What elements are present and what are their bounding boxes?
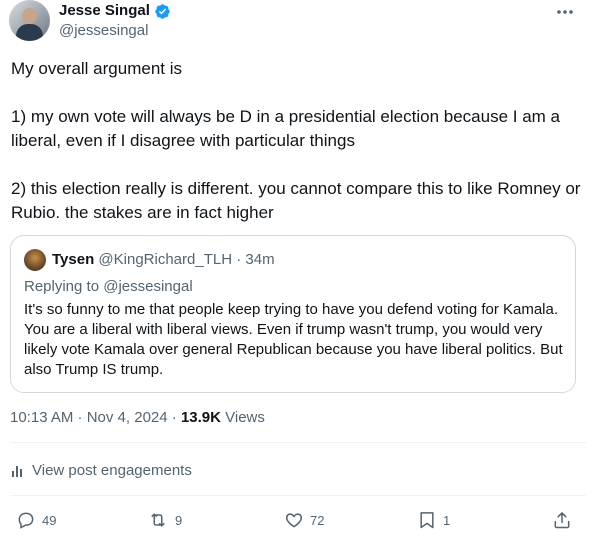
quoted-display-name: Tysen [52, 251, 95, 268]
quoted-tweet[interactable]: Tysen @KingRichard_TLH · 34m Replying to… [10, 235, 576, 393]
bookmark-icon [417, 510, 437, 530]
replying-to: Replying to @jessesingal [24, 277, 193, 297]
bookmark-button[interactable]: 1 [417, 510, 450, 530]
verified-badge-icon[interactable] [154, 3, 171, 20]
replying-to-label: Replying to [24, 278, 104, 295]
view-engagements-label: View post engagements [32, 462, 192, 479]
avatar-head [22, 8, 37, 24]
quoted-handle: @KingRichard_TLH [98, 251, 233, 268]
analytics-icon [10, 463, 26, 479]
view-engagements-link[interactable]: View post engagements [10, 461, 192, 481]
repost-count: 9 [175, 512, 183, 528]
divider [10, 442, 586, 443]
share-button[interactable] [552, 510, 572, 530]
tweet-text: My overall argument is 1) my own vote wi… [11, 59, 581, 222]
author-name-row: Jesse Singal [59, 1, 171, 21]
quoted-avatar [24, 249, 46, 271]
views-label: Views [220, 409, 265, 426]
reply-count: 49 [42, 512, 57, 528]
avatar[interactable] [9, 0, 50, 41]
heart-icon [284, 510, 304, 530]
action-bar: 49 9 72 1 [0, 510, 597, 534]
divider [10, 495, 586, 496]
author-handle[interactable]: @jessesingal [59, 21, 148, 41]
timestamp-row: 10:13 AM · Nov 4, 2024 · 13.9K Views [10, 408, 265, 428]
quoted-text: It's so funny to me that people keep try… [24, 301, 563, 378]
bookmark-count: 1 [443, 512, 451, 528]
more-options-icon[interactable] [555, 4, 575, 20]
quoted-time: · 34m [236, 251, 275, 268]
share-icon [552, 510, 572, 530]
like-count: 72 [310, 512, 325, 528]
like-button[interactable]: 72 [284, 510, 324, 530]
timestamp[interactable]: 10:13 AM · Nov 4, 2024 · [10, 409, 181, 426]
avatar-body [16, 24, 43, 41]
author-display-name[interactable]: Jesse Singal [59, 1, 150, 21]
reply-icon [16, 510, 36, 530]
reply-button[interactable]: 49 [16, 510, 56, 530]
quoted-header: Tysen @KingRichard_TLH · 34m [52, 250, 275, 270]
repost-icon [147, 510, 169, 530]
replying-to-handle: @jessesingal [103, 278, 193, 295]
repost-button[interactable]: 9 [147, 510, 182, 530]
views-count: 13.9K [180, 409, 221, 426]
